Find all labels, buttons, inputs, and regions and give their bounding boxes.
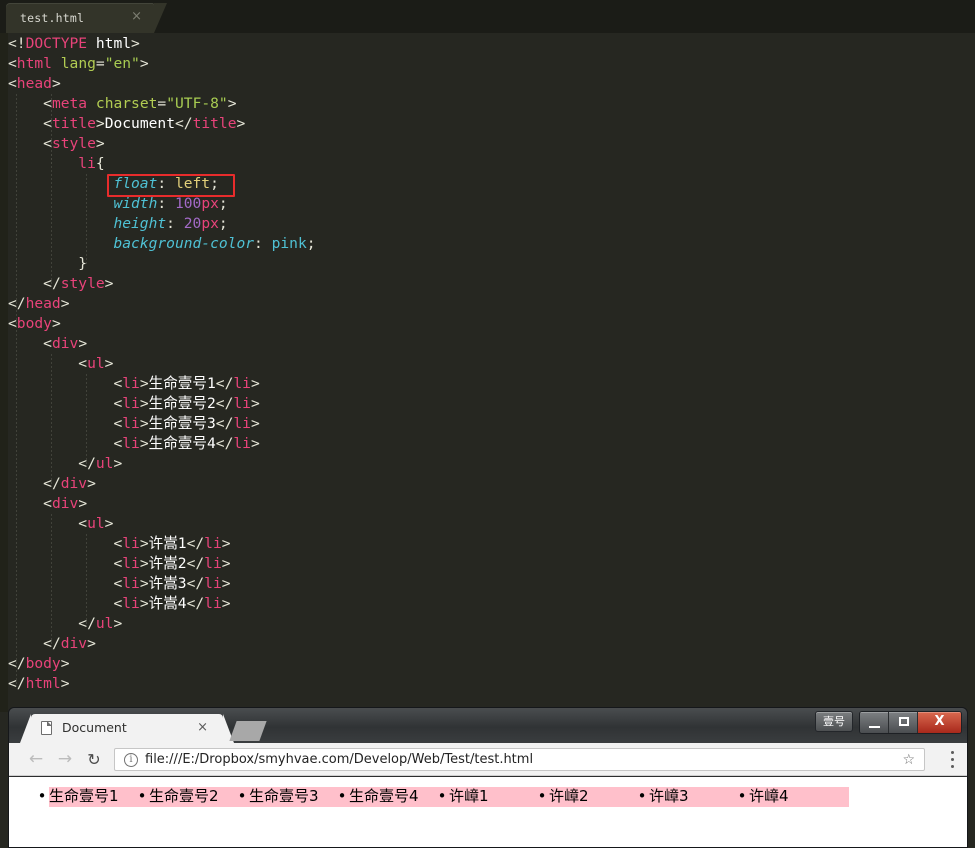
- list-item-label: 许嶂2: [549, 787, 589, 805]
- code-content[interactable]: <!DOCTYPE html><html lang="en"><head> <m…: [8, 34, 316, 694]
- code-line: <li>许嵩1</li>: [8, 534, 316, 554]
- maximize-icon: [899, 717, 909, 726]
- code-line: <html lang="en">: [8, 54, 316, 74]
- browser-tab-document[interactable]: Document ×: [31, 714, 223, 743]
- code-line: <meta charset="UTF-8">: [8, 94, 316, 114]
- editor-gutter: [0, 33, 8, 712]
- minimize-icon: [869, 726, 880, 728]
- bullet-icon: •: [535, 787, 549, 806]
- reload-icon[interactable]: ↻: [83, 749, 105, 771]
- code-line: </style>: [8, 274, 316, 294]
- code-line: <li>生命壹号2</li>: [8, 394, 316, 414]
- code-line: <title>Document</title>: [8, 114, 316, 134]
- list-item-label: 许嶂4: [749, 787, 789, 805]
- code-line: }: [8, 254, 316, 274]
- screen: test.html × <!DOCTYPE html><html lang="e…: [0, 0, 975, 848]
- bookmark-star-icon[interactable]: ☆: [902, 752, 915, 768]
- code-line: li{: [8, 154, 316, 174]
- browser-title-bar: 壹号 X Document ×: [9, 708, 967, 743]
- back-icon[interactable]: ←: [25, 749, 47, 771]
- code-editor: test.html × <!DOCTYPE html><html lang="e…: [0, 0, 975, 712]
- bullet-icon: •: [235, 787, 249, 806]
- code-line: </html>: [8, 674, 316, 694]
- list-item: • 许嶂1: [449, 787, 549, 807]
- list-item: •许嶂4: [749, 787, 849, 807]
- code-line: </ul>: [8, 454, 316, 474]
- bullet-icon: •: [735, 787, 749, 806]
- code-line: </body>: [8, 654, 316, 674]
- list-item: • 生命壹号3: [249, 787, 349, 807]
- code-line: height: 20px;: [8, 214, 316, 234]
- editor-tab-bar: test.html ×: [0, 0, 975, 33]
- list-item-label: 生命壹号1: [49, 787, 119, 805]
- browser-toolbar: ← → ↻ i file:///E:/Dropbox/smyhvae.com/D…: [9, 743, 967, 776]
- list-item-label: 许嶂3: [649, 787, 689, 805]
- new-tab-button[interactable]: [229, 721, 266, 741]
- code-line: </ul>: [8, 614, 316, 634]
- code-line: <!DOCTYPE html>: [8, 34, 316, 54]
- code-line: float: left;: [8, 174, 316, 194]
- code-line: <body>: [8, 314, 316, 334]
- code-line: <li>许嵩3</li>: [8, 574, 316, 594]
- browser-tab-title: Document: [62, 720, 127, 735]
- page-icon: [41, 721, 52, 735]
- editor-tab-label: test.html: [20, 11, 84, 25]
- code-line: <ul>: [8, 354, 316, 374]
- code-line: <style>: [8, 134, 316, 154]
- code-line: <ul>: [8, 514, 316, 534]
- list-item-label: 许嶂1: [449, 787, 489, 805]
- bullet-icon: •: [435, 787, 449, 806]
- address-bar-url: file:///E:/Dropbox/smyhvae.com/Develop/W…: [145, 752, 533, 767]
- code-line: <li>生命壹号4</li>: [8, 434, 316, 454]
- address-bar[interactable]: i file:///E:/Dropbox/smyhvae.com/Develop…: [114, 748, 925, 771]
- editor-tab-test-html[interactable]: test.html ×: [6, 3, 154, 33]
- code-line: <li>许嵩4</li>: [8, 594, 316, 614]
- code-line: </div>: [8, 634, 316, 654]
- code-line: <div>: [8, 334, 316, 354]
- code-line: <div>: [8, 494, 316, 514]
- close-icon[interactable]: ×: [131, 10, 142, 24]
- list-item: • 生命壹号2: [149, 787, 249, 807]
- maximize-button[interactable]: [889, 712, 918, 733]
- code-line: <li>生命壹号3</li>: [8, 414, 316, 434]
- code-line: </head>: [8, 294, 316, 314]
- code-line: <head>: [8, 74, 316, 94]
- close-button[interactable]: X: [918, 712, 961, 733]
- bullet-icon: •: [35, 787, 49, 806]
- browser-window: 壹号 X Document × ← → ↻ i file:///E:/Dropb…: [8, 707, 968, 848]
- bullet-icon: •: [335, 787, 349, 806]
- close-icon: X: [918, 712, 961, 733]
- minimize-button[interactable]: [860, 712, 889, 733]
- code-line: </div>: [8, 474, 316, 494]
- list-item-label: 生命壹号3: [249, 787, 319, 805]
- list-item-label: 生命壹号4: [349, 787, 419, 805]
- list-item: • 生命壹号4: [349, 787, 449, 807]
- window-button-group: X: [859, 711, 962, 734]
- code-line: width: 100px;: [8, 194, 316, 214]
- forward-icon[interactable]: →: [54, 749, 76, 771]
- user-account-button[interactable]: 壹号: [815, 711, 853, 732]
- floated-list: •生命壹号1•生命壹号2•生命壹号3•生命壹号4•许嶂1•许嶂2•许嶂3•许嶂4: [49, 787, 849, 807]
- menu-icon[interactable]: [950, 751, 954, 768]
- code-line: background-color: pink;: [8, 234, 316, 254]
- list-item: • 许嶂2: [549, 787, 649, 807]
- list-item: • 许嶂3: [649, 787, 749, 807]
- page-viewport: •生命壹号1•生命壹号2•生命壹号3•生命壹号4•许嶂1•许嶂2•许嶂3•许嶂4: [9, 777, 967, 847]
- list-item-label: 生命壹号2: [149, 787, 219, 805]
- close-icon[interactable]: ×: [197, 719, 208, 736]
- list-item: • 生命壹号1: [49, 787, 149, 807]
- window-controls: 壹号 X: [815, 711, 962, 735]
- code-line: <li>生命壹号1</li>: [8, 374, 316, 394]
- code-line: <li>许嵩2</li>: [8, 554, 316, 574]
- bullet-icon: •: [635, 787, 649, 806]
- info-icon[interactable]: i: [124, 753, 138, 767]
- bullet-icon: •: [135, 787, 149, 806]
